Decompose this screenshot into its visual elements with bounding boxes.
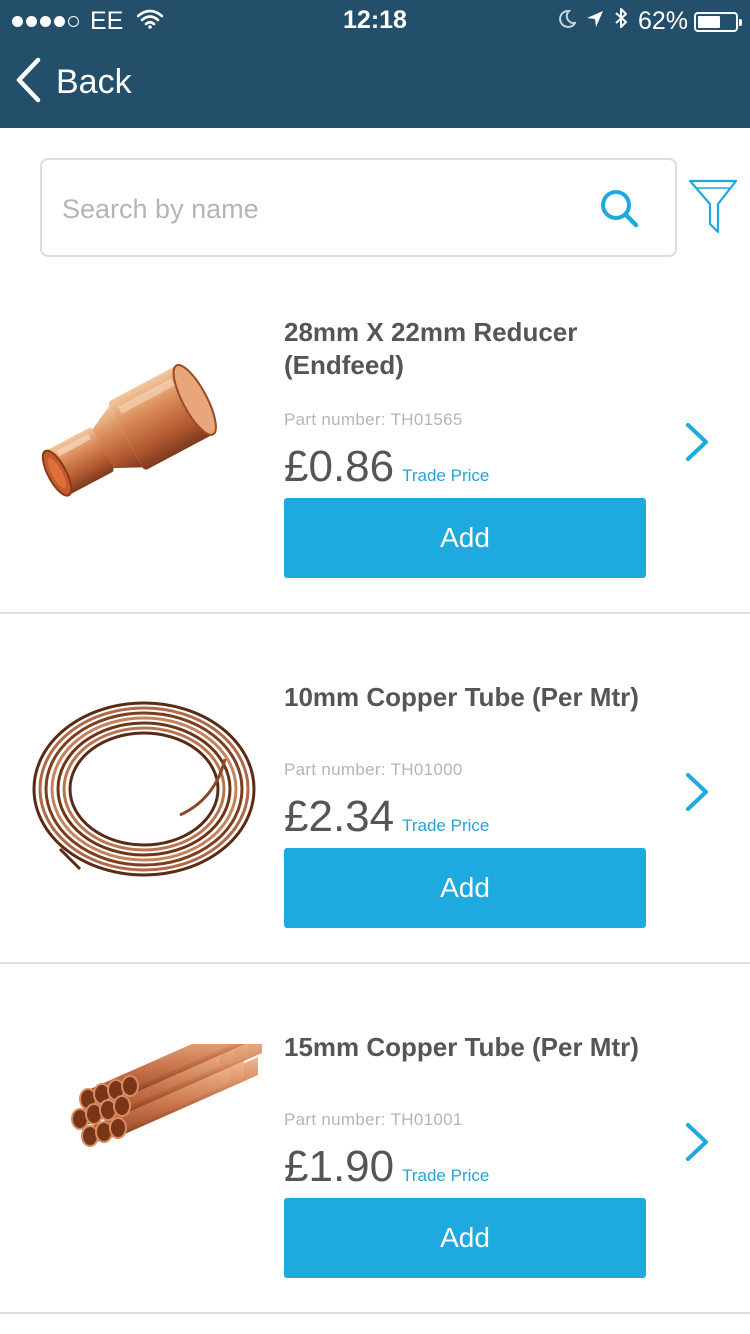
tube-end — [109, 1117, 127, 1139]
tube-end — [113, 1095, 131, 1117]
trade-price-label: Trade Price — [402, 816, 490, 835]
product-row[interactable]: 28mm X 22mm Reducer (Endfeed) Part numbe… — [0, 264, 750, 614]
status-indicators: 62% — [548, 7, 742, 36]
price: £1.90 — [284, 1142, 395, 1191]
back-button[interactable]: Back — [14, 56, 132, 108]
trade-price-label: Trade Price — [402, 466, 490, 485]
product-row[interactable]: 15mm Copper Tube (Per Mtr) Part number: … — [0, 964, 750, 1314]
bluetooth-icon — [604, 7, 628, 36]
status-bar: EE 12:18 62% — [0, 0, 750, 40]
app-header: EE 12:18 62% Back — [0, 0, 750, 128]
product-image-reducer — [30, 360, 230, 525]
tube-bundle — [71, 1015, 270, 1147]
search-box[interactable] — [40, 158, 677, 257]
tube-end — [121, 1075, 139, 1097]
moon-icon — [548, 7, 577, 36]
product-row[interactable]: 10mm Copper Tube (Per Mtr) Part number: … — [0, 614, 750, 964]
price-row: £0.86 Trade Price — [284, 442, 489, 492]
back-chevron-icon — [14, 57, 42, 108]
add-button[interactable]: Add — [284, 1198, 646, 1278]
trade-price-label: Trade Price — [402, 1166, 490, 1185]
battery-icon — [694, 11, 742, 32]
chevron-right-icon[interactable] — [684, 422, 710, 467]
back-label: Back — [56, 62, 132, 101]
product-title: 10mm Copper Tube (Per Mtr) — [284, 682, 639, 712]
battery-fill — [698, 15, 721, 28]
battery-tip — [739, 18, 742, 26]
chevron-right-icon[interactable] — [684, 772, 710, 817]
price: £2.34 — [284, 792, 395, 841]
location-icon — [576, 7, 604, 36]
search-input[interactable] — [60, 184, 584, 234]
price-row: £2.34 Trade Price — [284, 792, 489, 842]
chevron-right-icon[interactable] — [684, 1122, 710, 1167]
part-number: Part number: TH01000 — [284, 760, 463, 779]
product-title: 15mm Copper Tube (Per Mtr) — [284, 1032, 639, 1062]
product-title: 28mm X 22mm Reducer (Endfeed) — [284, 317, 578, 380]
price-row: £1.90 Trade Price — [284, 1142, 489, 1192]
battery-percent: 62% — [637, 7, 688, 35]
add-button[interactable]: Add — [284, 498, 646, 578]
product-image-coil — [30, 699, 260, 884]
filter-icon[interactable] — [688, 178, 738, 241]
price: £0.86 — [284, 442, 395, 491]
part-number: Part number: TH01565 — [284, 410, 463, 429]
search-icon[interactable] — [598, 187, 642, 236]
part-number: Part number: TH01001 — [284, 1110, 463, 1129]
add-button[interactable]: Add — [284, 848, 646, 928]
product-image-tubes — [30, 1015, 270, 1205]
